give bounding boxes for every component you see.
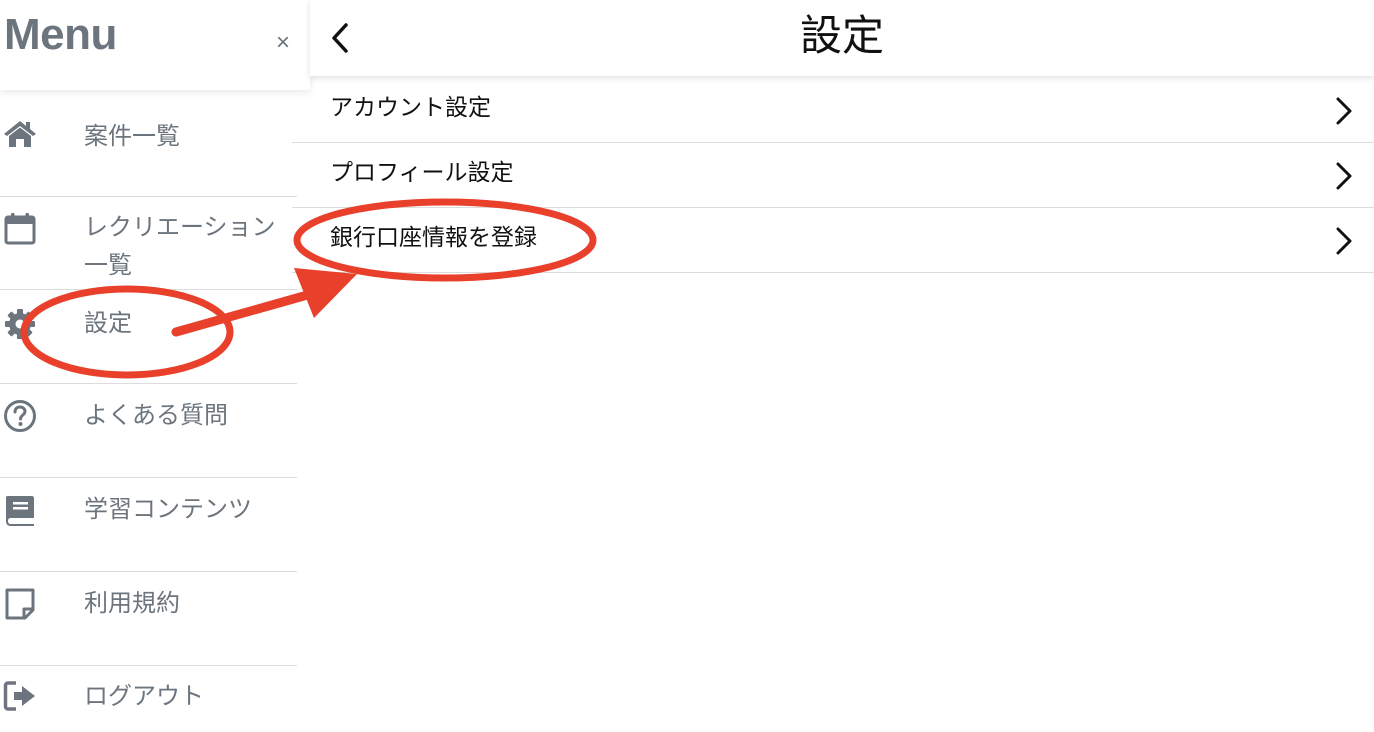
settings-item-bank-account[interactable]: 銀行口座情報を登録 (292, 208, 1374, 273)
sidebar-item-label: 案件一覧 (84, 122, 180, 150)
sticky-note-icon (2, 586, 38, 622)
sign-out-icon (2, 678, 38, 714)
sidebar-item-label: 利用規約 (84, 589, 180, 617)
sidebar-item-label: レクリエーション一覧 (84, 213, 276, 279)
chevron-right-icon (1336, 227, 1352, 255)
settings-item-label: 銀行口座情報を登録 (330, 225, 537, 251)
sidebar-item-learning[interactable]: 学習コンテンツ (0, 478, 297, 572)
sidebar-item-projects[interactable]: 案件一覧 (0, 97, 297, 197)
sidebar-item-settings[interactable]: 設定 (0, 290, 297, 384)
page-title: 設定 (799, 11, 884, 60)
sidebar-item-label: よくある質問 (84, 401, 228, 429)
sidebar-item-logout[interactable]: ログアウト (0, 666, 297, 732)
calendar-icon (2, 211, 38, 247)
page-header: 設定 (310, 0, 1374, 76)
settings-item-label: プロフィール設定 (330, 160, 514, 186)
book-icon (2, 492, 38, 528)
settings-item-label: アカウント設定 (330, 95, 491, 121)
chevron-right-icon (1336, 162, 1352, 190)
sidebar-item-recreation[interactable]: レクリエーション一覧 (0, 197, 297, 290)
annotation-arrow-head (294, 268, 357, 318)
settings-item-profile[interactable]: プロフィール設定 (292, 143, 1374, 208)
chevron-right-icon (1336, 97, 1352, 125)
sidebar-item-label: 学習コンテンツ (84, 495, 252, 523)
settings-item-account[interactable]: アカウント設定 (292, 78, 1374, 143)
sidebar-item-label: 設定 (84, 309, 132, 337)
close-menu-button[interactable]: × (272, 30, 294, 56)
sidebar-item-faq[interactable]: よくある質問 (0, 384, 297, 478)
question-circle-icon (2, 398, 38, 434)
menu-title: Menu (4, 10, 117, 59)
gear-icon (2, 306, 38, 342)
sidebar-item-label: ログアウト (84, 682, 204, 710)
sidebar-item-terms[interactable]: 利用規約 (0, 572, 297, 666)
sidebar-header: Menu × (0, 0, 310, 90)
home-icon (2, 115, 38, 151)
